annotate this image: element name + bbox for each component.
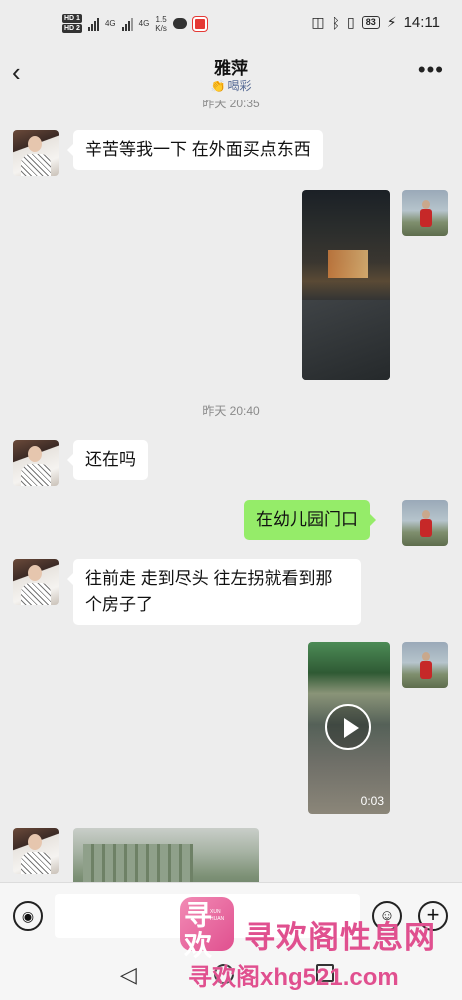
charging-icon: ⚡ (386, 14, 397, 30)
timestamp: 昨天 20:35 (202, 100, 260, 110)
watermark-site-name: 寻欢阁性息网 (244, 920, 436, 955)
app-notification-icon (192, 16, 207, 31)
video-duration: 0:03 (360, 794, 384, 808)
vibration-mode-icon: ▯ (346, 14, 355, 30)
cheer-icon: 👏 (210, 79, 226, 93)
status-bar-right: ◫ ᛒ ▯ 83 ⚡ 14:11 (311, 14, 440, 31)
image-message[interactable] (73, 828, 259, 882)
bluetooth-icon: ᛒ (331, 14, 340, 31)
watermark-url: 寻欢阁xhg521.com (188, 964, 399, 991)
battery-level: 83 (361, 16, 380, 29)
voice-icon: ◉ (21, 908, 35, 924)
signal-2-icon (121, 17, 133, 31)
clock: 14:11 (403, 14, 440, 31)
contact-avatar[interactable] (13, 130, 59, 176)
hd-indicators: HD 1 HD 2 (62, 14, 82, 33)
system-back-icon[interactable]: ◁ (120, 962, 137, 988)
watermark-logo-en: XUN HUAN (210, 909, 225, 922)
speed-unit: K/s (155, 23, 167, 33)
contact-avatar[interactable] (13, 559, 59, 605)
message-bubble-incoming[interactable]: 往前走 走到尽头 往左拐就看到那个房子了 (67, 559, 361, 625)
my-avatar[interactable] (402, 190, 448, 236)
more-options-button[interactable]: ••• (417, 57, 444, 82)
ellipsis-icon: ••• (417, 57, 444, 82)
image-message[interactable] (302, 190, 390, 380)
hd1-badge: HD 1 (62, 14, 82, 23)
signal-1-icon (87, 17, 99, 31)
message-bubble-incoming[interactable]: 还在吗 (67, 440, 148, 480)
network-type-1: 4G (104, 19, 116, 28)
voice-input-button[interactable]: ◉ (13, 901, 43, 931)
timestamp: 昨天 20:40 (202, 404, 260, 418)
vibrate-icon: ◫ (311, 14, 325, 30)
network-type-2: 4G (138, 19, 150, 28)
status-bar-left: HD 1 HD 2 4G 4G 1.5 K/s (62, 14, 207, 33)
contact-status-text: 喝彩 (227, 79, 252, 93)
contact-name[interactable]: 雅萍 (0, 54, 462, 79)
my-avatar[interactable] (402, 642, 448, 688)
network-speed: 1.5 K/s (155, 15, 167, 33)
my-avatar[interactable] (402, 500, 448, 546)
contact-avatar[interactable] (13, 828, 59, 874)
wechat-notification-icon (172, 18, 187, 29)
message-list[interactable]: 昨天 20:35 辛苦等我一下 在外面买点东西 昨天 20:40 还在吗 在幼儿… (0, 100, 462, 882)
message-bubble-incoming[interactable]: 辛苦等我一下 在外面买点东西 (67, 130, 323, 170)
hd2-badge: HD 2 (62, 24, 82, 33)
play-icon[interactable] (325, 704, 371, 750)
video-message[interactable]: 0:03 (308, 642, 390, 814)
status-bar: HD 1 HD 2 4G 4G 1.5 K/s ◫ ᛒ ▯ 83 ⚡ 14:11 (0, 0, 462, 46)
contact-status: 👏 喝彩 (0, 77, 462, 94)
speed-value: 1.5 (155, 14, 167, 24)
contact-avatar[interactable] (13, 440, 59, 486)
watermark-logo: 寻欢 XUN HUAN (180, 897, 234, 961)
chat-header: ‹ 雅萍 👏 喝彩 ••• (0, 46, 462, 100)
message-bubble-outgoing[interactable]: 在幼儿园门口 (244, 500, 376, 540)
